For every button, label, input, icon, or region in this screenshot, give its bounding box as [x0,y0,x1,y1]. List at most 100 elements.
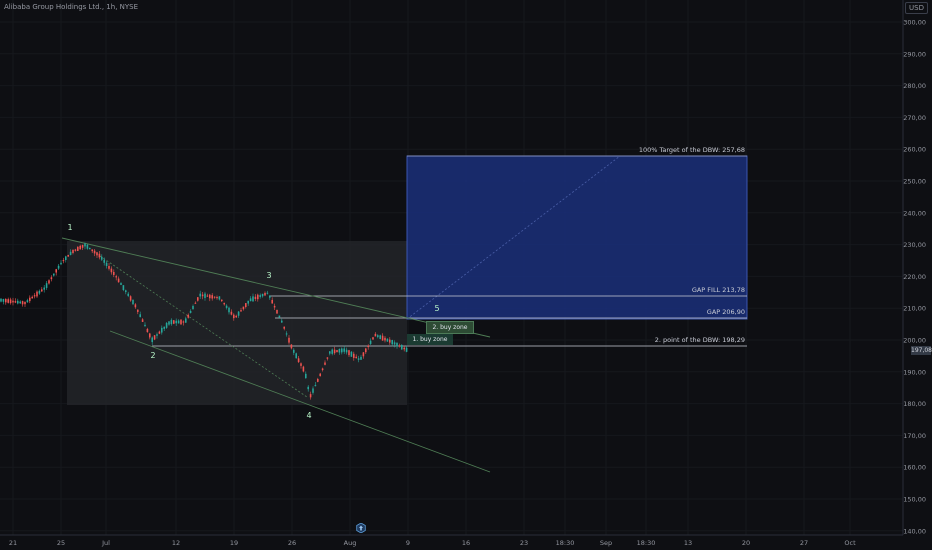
candle-body [314,384,317,387]
candle-body [38,290,41,294]
time-axis-label: 21 [9,539,17,547]
price-axis-label: 140,00 [903,527,926,535]
candle-body [240,310,242,312]
price-axis-label: 280,00 [903,82,926,90]
buy-zone-2-label: 2. buy zone [426,321,474,334]
time-axis-label: 9 [406,539,410,547]
candle-body [129,296,132,301]
candle-body [122,285,125,291]
candle-body [175,320,177,324]
candle-body [360,356,362,360]
candle-body [21,301,24,305]
time-axis-label: 23 [520,539,528,547]
candle-body [233,314,235,319]
candle-body [336,350,338,353]
candle-body [108,266,110,269]
price-axis-label: 240,00 [903,209,926,217]
wave-label-2: 2 [150,351,155,360]
time-axis[interactable]: 21 25 Jul 12 19 26 Aug 9 16 23 18:30 Sep 18:30 13 20 27… [9,539,856,547]
candle-body [401,345,403,350]
time-axis-label: Sep [600,539,612,547]
candle-body [391,340,393,345]
candle-body [326,357,329,359]
candle-body [156,334,158,336]
candle-body [317,378,319,382]
candle-body [177,320,180,324]
candle-body [65,256,67,261]
chart-title: Alibaba Group Holdings Ltd., 1h, NYSE [4,3,139,11]
candle-body [389,339,391,343]
candle-body [45,283,48,288]
price-axis[interactable]: 300,00 290,00 280,00 270,00 260,00 250,00 240,… [903,19,926,536]
candle-body [254,296,257,300]
candle-body [9,299,12,304]
gap-label: GAP 206,90 [707,308,745,316]
candle-body [134,304,137,308]
price-axis-label: 260,00 [903,146,926,154]
candle-body [374,333,377,337]
candle-body [98,253,101,258]
candle-body [235,315,237,318]
candle-body [384,337,386,341]
candle-body [271,299,273,304]
candle-body [153,335,156,340]
price-axis-label: 170,00 [903,432,926,440]
price-axis-label: 200,00 [903,337,926,345]
candle-body [343,348,345,352]
buy-zone-1-label: 1. buy zone [407,334,453,345]
candle-body [199,293,201,297]
candle-body [338,348,341,353]
candle-body [161,327,163,333]
candle-body [0,298,2,302]
candle-body [55,269,57,273]
candle-body [146,328,149,333]
current-price-badge: 197,08 [911,346,932,355]
candle-body [62,260,65,262]
candle-body [242,306,245,310]
candle-body [72,249,74,253]
candle-body [369,340,372,344]
candle-body [185,318,187,323]
up-arrow-badge-icon[interactable] [356,523,366,533]
candle-body [17,300,19,304]
candle-body [225,305,228,308]
candle-body [67,254,69,257]
candle-body [89,247,91,250]
candle-body [149,333,151,338]
candle-body [259,295,261,297]
candle-body [297,358,300,363]
candle-body [393,342,396,345]
price-chart[interactable]: 100% Target of the DBW: 257,68 GAP FILL … [0,0,932,550]
candle-body [281,320,283,323]
price-axis-label: 160,00 [903,464,926,472]
candle-body [211,295,213,299]
time-axis-label: 12 [172,539,180,547]
candle-body [367,345,369,348]
candle-body [26,300,29,303]
candle-body [285,333,288,335]
candle-body [379,335,381,339]
candle-body [273,305,276,308]
time-axis-label: 27 [800,539,808,547]
wave-label-3: 3 [266,271,271,280]
candle-body [14,301,17,303]
candle-body [79,245,81,250]
candle-body [125,290,127,293]
candle-body [216,296,218,299]
candle-body [257,294,259,300]
candle-body [396,342,398,347]
candle-body [137,309,139,312]
price-axis-label: 220,00 [903,273,926,281]
candle-body [377,335,379,338]
candle-body [309,394,312,398]
candle-body [398,345,401,347]
price-axis-label: 270,00 [903,114,926,122]
candle-body [403,347,405,350]
candle-body [36,291,38,297]
candle-body [350,351,353,357]
candle-body [218,296,221,300]
currency-badge[interactable]: USD [905,2,928,14]
candle-body [24,301,26,305]
time-axis-label: 19 [230,539,238,547]
time-axis-label: 16 [462,539,470,547]
